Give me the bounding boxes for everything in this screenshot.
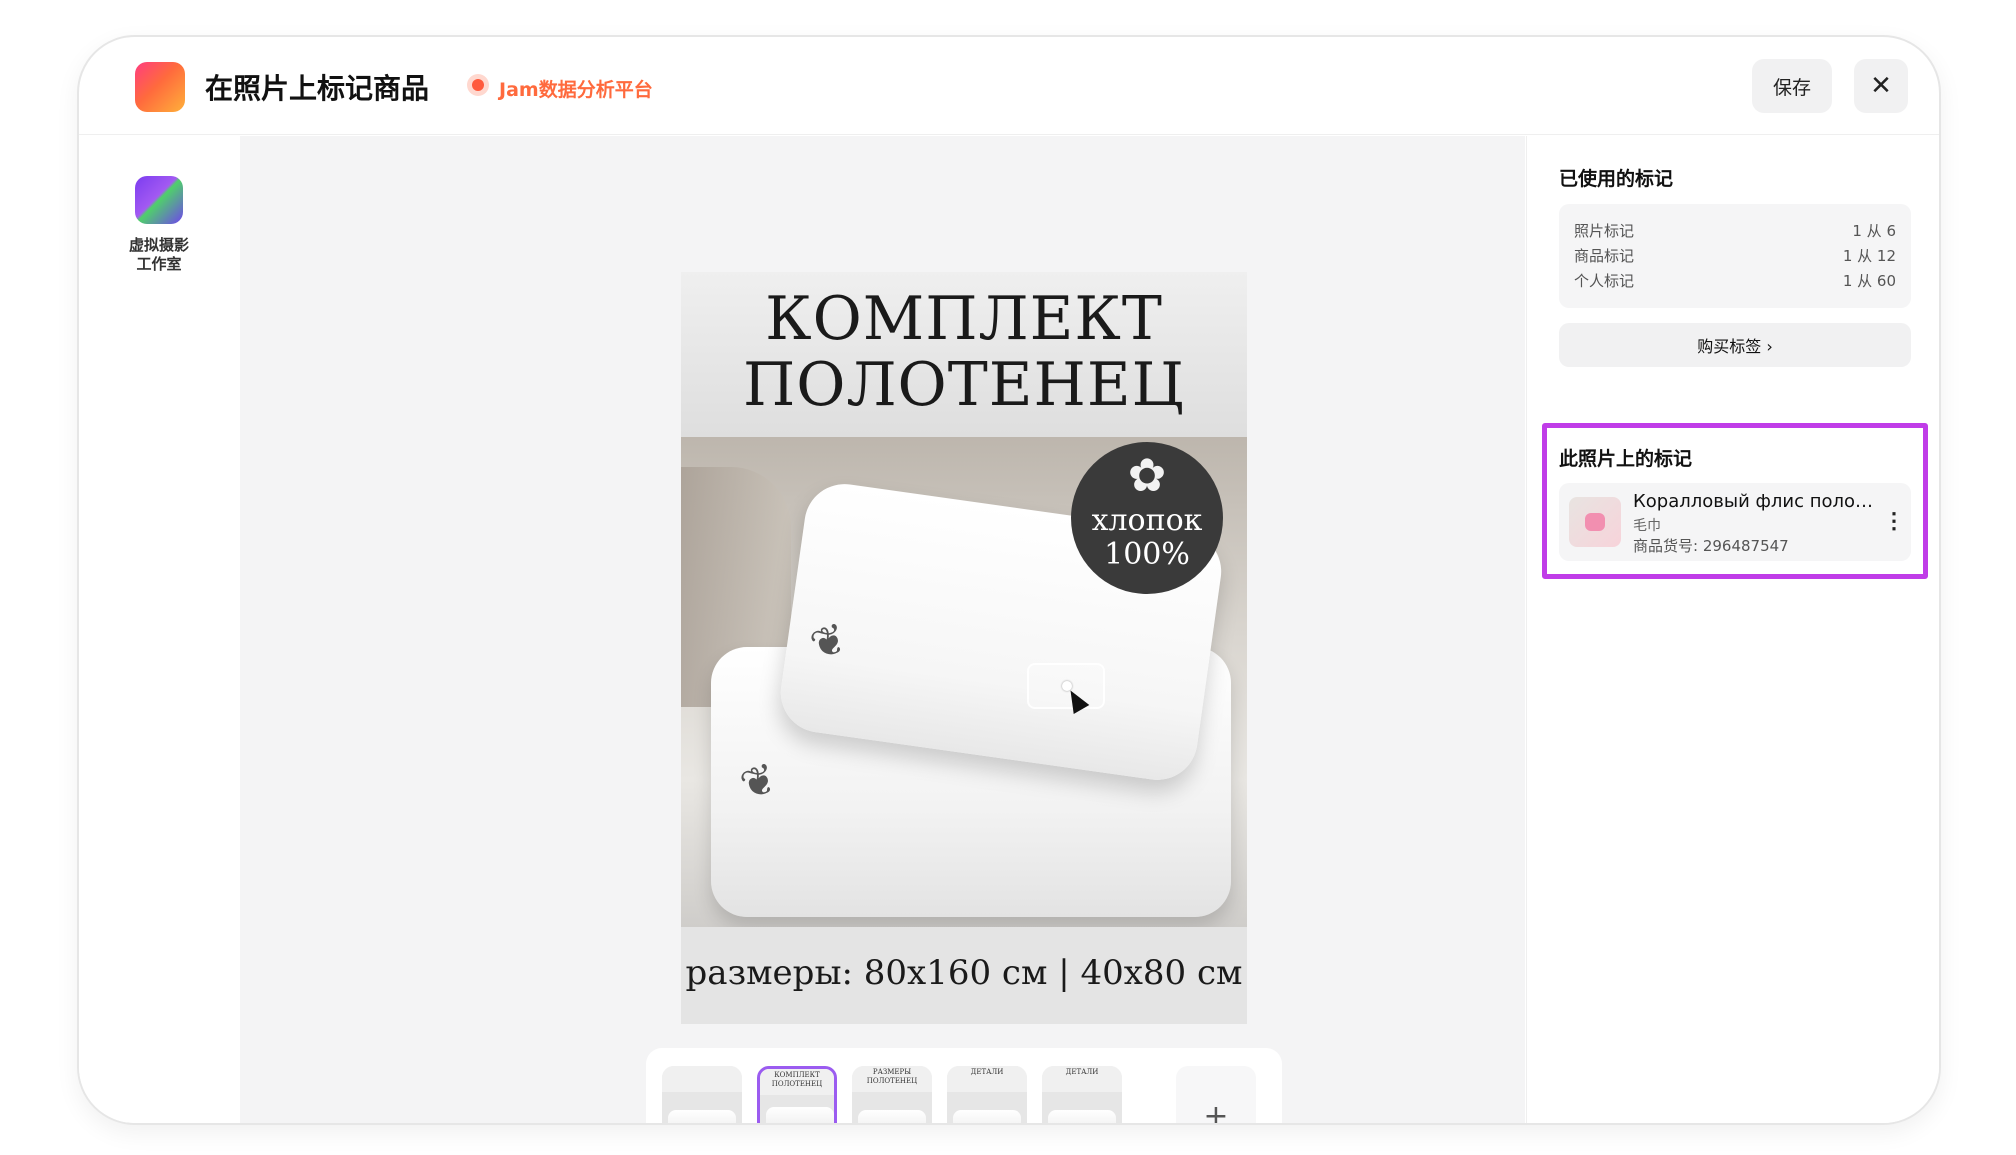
usage-row-personal: 个人标记 1 从 60 — [1574, 272, 1896, 290]
photo-tags-section: 此照片上的标记 Коралловый флис полотенце 毛巾 商品货… — [1542, 423, 1928, 579]
more-options-icon[interactable]: ⋮ — [1883, 503, 1905, 539]
thumbnail-1[interactable] — [662, 1066, 742, 1123]
product-tag-marker[interactable] — [1027, 663, 1105, 715]
tag-product-name: Коралловый флис полотенце — [1633, 491, 1883, 512]
tag-products-dialog: 在照片上标记商品 Jam数据分析平台 保存 ✕ 虚拟摄影 工作室 КОМПЛЕК… — [77, 35, 1941, 1125]
virtual-studio-logo[interactable] — [135, 176, 183, 224]
tag-product-thumbnail — [1569, 497, 1621, 547]
left-rail: 虚拟摄影 工作室 — [79, 136, 239, 1123]
usage-row-product: 商品标记 1 从 12 — [1574, 247, 1896, 265]
dialog-title: 在照片上标记商品 — [205, 72, 430, 105]
photo-title-band: КОМПЛЕКТ ПОЛОТЕНЕЦ — [681, 272, 1247, 437]
photo-tags-title: 此照片上的标记 — [1559, 448, 1693, 470]
dialog-header: 在照片上标记商品 Jam数据分析平台 保存 ✕ — [79, 37, 1939, 135]
usage-summary: 照片标记 1 从 6 商品标记 1 从 12 个人标记 1 从 60 — [1559, 204, 1911, 308]
app-logo — [135, 62, 185, 112]
thumbnail-5[interactable]: ДЕТАЛИ — [1042, 1066, 1122, 1123]
close-icon[interactable]: ✕ — [1854, 59, 1908, 113]
photo-canvas: КОМПЛЕКТ ПОЛОТЕНЕЦ ❦ ❦ ✿ хлопок 100% раз… — [240, 136, 1525, 1123]
photo-sizes-text: размеры: 80х160 см | 40х80 см — [685, 953, 1243, 993]
photo-title: КОМПЛЕКТ ПОЛОТЕНЕЦ — [742, 284, 1186, 420]
tag-list-item[interactable]: Коралловый флис полотенце 毛巾 商品货号: 29648… — [1559, 483, 1911, 561]
save-button[interactable]: 保存 — [1752, 59, 1832, 113]
photo-size-band: размеры: 80х160 см | 40х80 см — [681, 927, 1247, 1024]
virtual-studio-label[interactable]: 虚拟摄影 工作室 — [109, 236, 209, 274]
thumbnail-strip: КОМПЛЕКТ ПОЛОТЕНЕЦ ◇ РАЗМЕРЫ ПОЛОТЕНЕЦ Д… — [646, 1048, 1282, 1123]
tag-product-sku: 商品货号: 296487547 — [1633, 537, 1789, 555]
thumbnail-3[interactable]: РАЗМЕРЫ ПОЛОТЕНЕЦ — [852, 1066, 932, 1123]
used-tags-title: 已使用的标记 — [1559, 168, 1674, 190]
cotton-badge: ✿ хлопок 100% — [1071, 442, 1223, 594]
towel-scene: ❦ ❦ ✿ хлопок 100% — [681, 437, 1247, 927]
thumbnail-4[interactable]: ДЕТАЛИ — [947, 1066, 1027, 1123]
product-photo[interactable]: КОМПЛЕКТ ПОЛОТЕНЕЦ ❦ ❦ ✿ хлопок 100% раз… — [681, 272, 1247, 1024]
brand-label: Jam数据分析平台 — [499, 79, 653, 101]
thumbnail-2-selected[interactable]: КОМПЛЕКТ ПОЛОТЕНЕЦ ◇ — [757, 1066, 837, 1123]
tag-product-category: 毛巾 — [1633, 518, 1661, 534]
buy-tags-button[interactable]: 购买标签 › — [1559, 323, 1911, 367]
tags-panel: 已使用的标记 照片标记 1 从 6 商品标记 1 从 12 个人标记 1 从 6… — [1526, 136, 1939, 1123]
add-photo-button[interactable]: + — [1176, 1066, 1256, 1123]
usage-row-photo: 照片标记 1 从 6 — [1574, 222, 1896, 240]
cotton-flower-icon: ✿ — [1127, 448, 1167, 502]
brand-dot-icon — [467, 74, 489, 96]
